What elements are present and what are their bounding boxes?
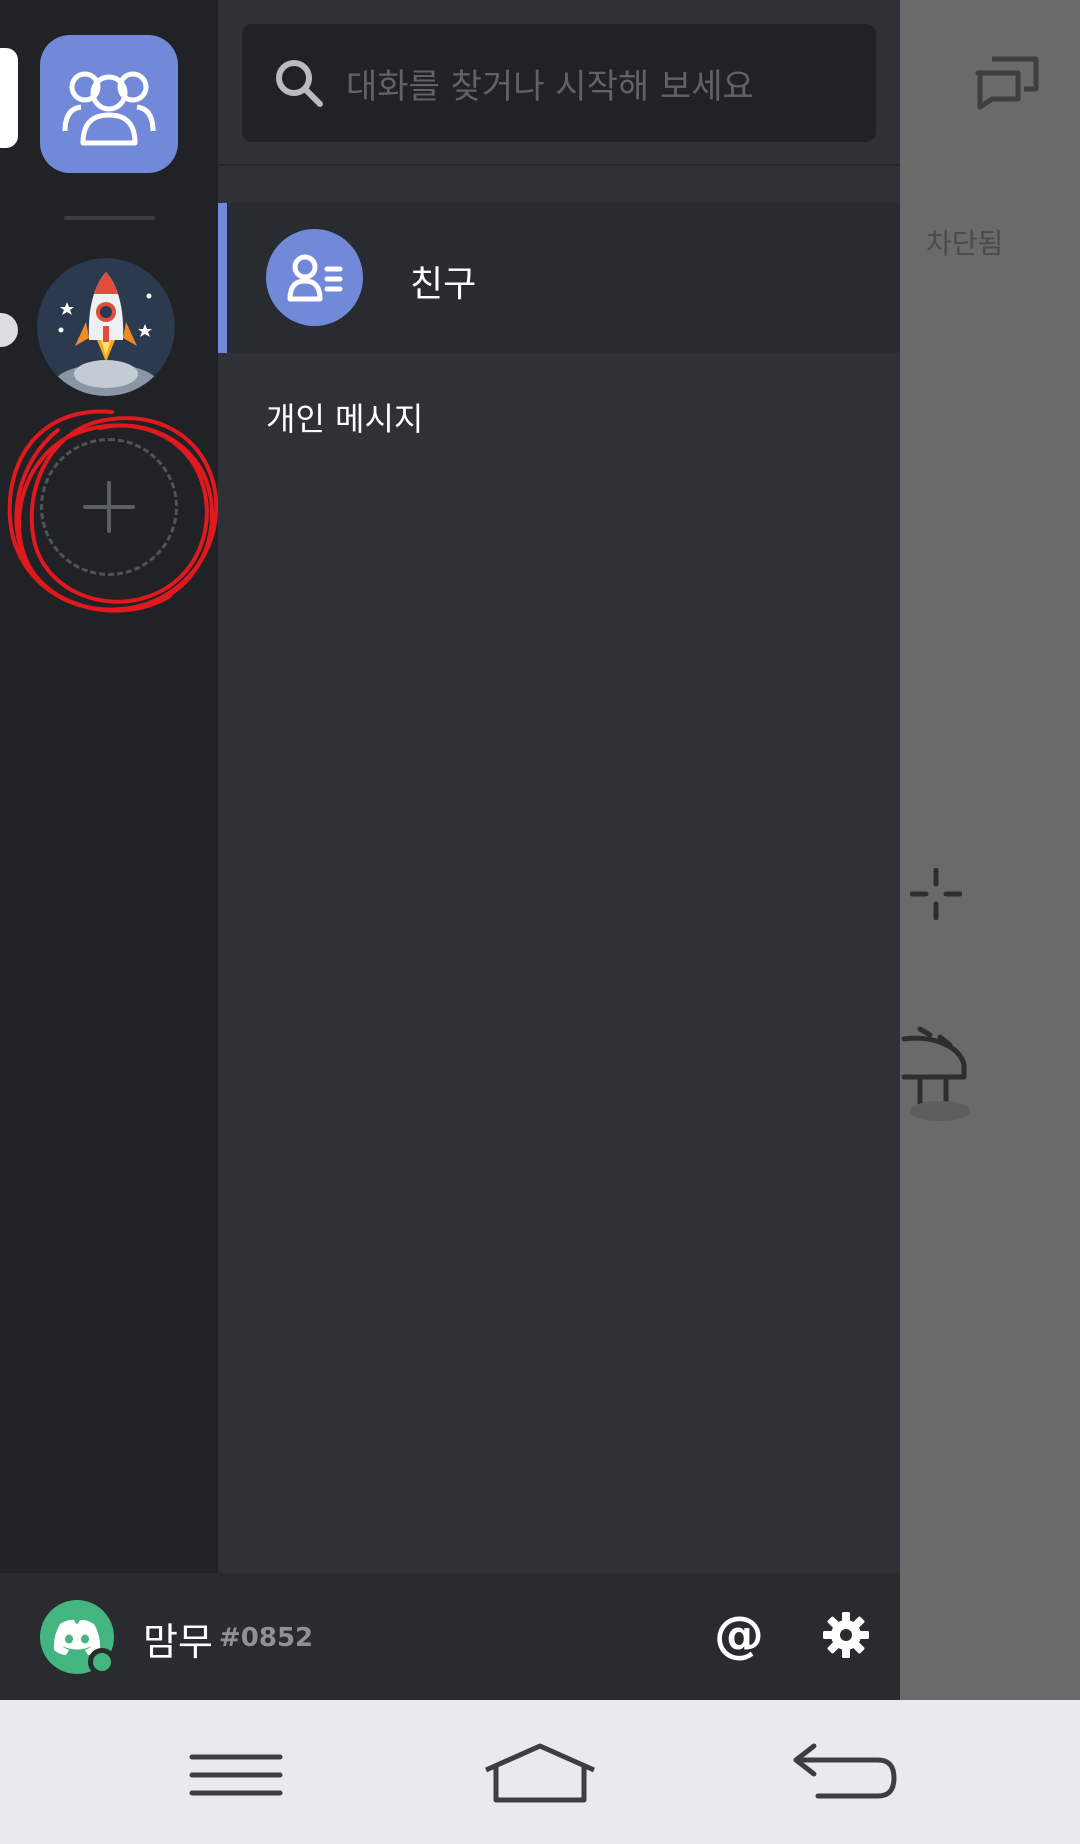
add-server-button[interactable] bbox=[40, 438, 178, 576]
username: 맘무 bbox=[143, 1620, 213, 1664]
menu-icon[interactable] bbox=[188, 1740, 284, 1810]
direct-messages-panel: 대화를 찾거나 시작해 보세요 친구 개인 메시지 bbox=[218, 0, 900, 1573]
search-placeholder: 대화를 찾거나 시작해 보세요 bbox=[346, 66, 754, 107]
home-selected-indicator bbox=[0, 48, 18, 148]
rocket-icon bbox=[37, 258, 175, 396]
friends-group-icon bbox=[62, 71, 156, 146]
user-discriminator: #0852 bbox=[219, 1623, 314, 1653]
user-panel: 맘무 #0852 @ bbox=[0, 1573, 900, 1700]
back-icon[interactable] bbox=[790, 1740, 900, 1810]
online-status-dot bbox=[88, 1648, 116, 1676]
friends-channel-item[interactable]: 친구 bbox=[218, 203, 900, 353]
selected-indicator bbox=[218, 203, 227, 353]
gear-icon[interactable] bbox=[822, 1611, 870, 1659]
new-group-dm-icon[interactable] bbox=[972, 55, 1042, 111]
direct-messages-header: 개인 메시지 bbox=[266, 400, 424, 438]
server-icon-rocket[interactable] bbox=[37, 258, 175, 396]
search-input[interactable]: 대화를 찾거나 시작해 보세요 bbox=[242, 24, 876, 142]
rail-divider bbox=[64, 216, 155, 220]
mentions-button[interactable]: @ bbox=[712, 1608, 766, 1662]
server-unread-indicator bbox=[0, 313, 18, 347]
home-icon[interactable] bbox=[482, 1740, 598, 1810]
home-button[interactable] bbox=[40, 35, 178, 173]
friends-avatar bbox=[266, 229, 363, 326]
sparkle-icon bbox=[910, 868, 962, 920]
blocked-tab-label[interactable]: 차단됨 bbox=[926, 222, 1003, 262]
friends-list-icon bbox=[287, 254, 342, 301]
search-icon bbox=[276, 60, 323, 107]
search-header: 대화를 찾거나 시작해 보세요 bbox=[218, 0, 900, 166]
system-navigation-bar bbox=[0, 1700, 1080, 1844]
plus-icon bbox=[83, 481, 135, 533]
dimmed-chat-area[interactable]: 차단됨 bbox=[900, 0, 1080, 1700]
server-rail bbox=[0, 0, 218, 1573]
wumpus-illustration bbox=[901, 1026, 970, 1121]
friends-label: 친구 bbox=[410, 264, 477, 305]
